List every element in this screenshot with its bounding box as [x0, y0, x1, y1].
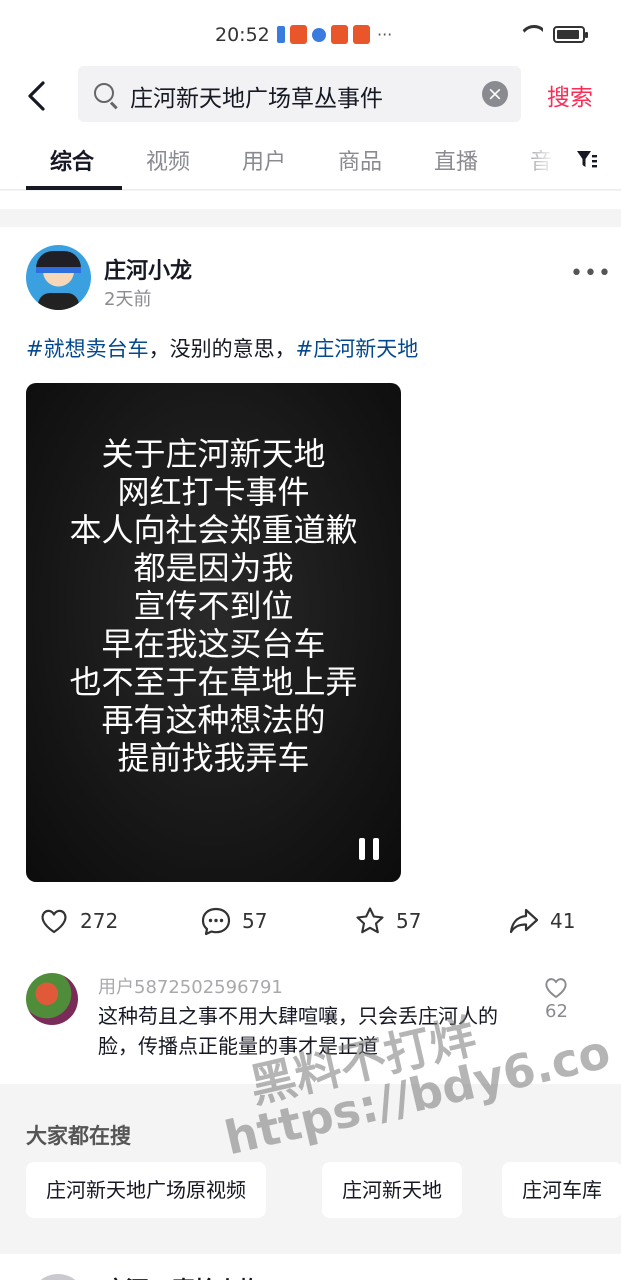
pause-icon[interactable] — [359, 838, 379, 860]
video-text: 关于庄河新天地 网红打卡事件 本人向社会郑重道歉 都是因为我 宣传不到位 早在我… — [26, 435, 401, 777]
more-notifications-icon: ··· — [377, 25, 393, 44]
share-button[interactable]: 41 — [508, 905, 575, 937]
section-gap-top — [0, 191, 621, 209]
next-author-name[interactable]: 庄河 - 壹拾火炸 — [104, 1272, 260, 1280]
video-player[interactable]: 关于庄河新天地 网红打卡事件 本人向社会郑重道歉 都是因为我 宣传不到位 早在我… — [26, 383, 401, 882]
app-notification-icon — [290, 25, 307, 44]
tab-users[interactable]: 用户 — [242, 144, 286, 176]
video-text-line: 再有这种想法的 — [101, 701, 326, 739]
caption-text: ，没别的意思， — [148, 337, 296, 361]
like-button[interactable]: 272 — [38, 905, 118, 937]
search-input[interactable]: 庄河新天地广场草丛事件 × — [78, 66, 521, 122]
active-tab-indicator — [26, 186, 122, 190]
more-options-icon[interactable]: ••• — [570, 263, 612, 285]
post-time: 2天前 — [104, 289, 152, 310]
video-text-line: 关于庄河新天地 — [101, 435, 326, 473]
share-count: 41 — [550, 909, 576, 933]
back-arrow-icon[interactable] — [26, 80, 48, 112]
status-bar: 20:52 ··· — [0, 0, 621, 66]
clear-icon[interactable]: × — [482, 81, 508, 107]
video-text-line: 都是因为我 — [133, 549, 294, 587]
related-searches: 大家都在搜 庄河新天地广场原视频 庄河新天地 庄河车库 — [0, 1084, 621, 1254]
battery-icon — [553, 25, 588, 43]
author-name[interactable]: 庄河小龙 — [104, 253, 192, 285]
hashtag-link[interactable]: #庄河新天地 — [296, 337, 419, 361]
search-query[interactable]: 庄河新天地广场草丛事件 — [130, 79, 383, 113]
avatar-body — [38, 293, 79, 310]
related-searches-title: 大家都在搜 — [26, 1124, 131, 1148]
status-notification-icons: ··· — [277, 25, 392, 44]
top-comment[interactable]: 用户5872502596791 这种苟且之事不用大肆喧嚷，只会丢庄河人的脸，传播… — [0, 967, 621, 1077]
comment-text: 这种苟且之事不用大肆喧嚷，只会丢庄河人的脸，传播点正能量的事才是正道 — [98, 1004, 498, 1058]
tab-fade — [520, 128, 570, 188]
favorite-count: 57 — [396, 909, 422, 933]
filter-icon[interactable] — [577, 151, 597, 169]
status-time: 20:52 — [215, 24, 270, 46]
star-icon — [356, 907, 384, 934]
wifi-icon — [519, 25, 543, 43]
next-result-item[interactable]: 庄河 - 壹拾火炸 — [0, 1254, 621, 1280]
video-text-line: 宣传不到位 — [133, 587, 294, 625]
video-text-line: 提前找我弄车 — [117, 739, 310, 777]
search-icon — [94, 83, 114, 103]
tab-products[interactable]: 商品 — [338, 144, 382, 176]
like-count: 272 — [80, 909, 119, 933]
heart-icon — [41, 909, 67, 934]
author-avatar[interactable] — [26, 245, 91, 310]
tab-all[interactable]: 综合 — [50, 144, 94, 176]
hashtag-link[interactable]: #就想卖台车 — [26, 337, 149, 361]
video-text-line: 也不至于在草地上弄 — [69, 663, 358, 701]
related-search-chip[interactable]: 庄河车库 — [502, 1162, 621, 1218]
comment-icon — [201, 907, 231, 936]
next-author-avatar[interactable] — [30, 1274, 86, 1280]
favorite-button[interactable]: 57 — [354, 905, 421, 937]
app-notification-icon — [353, 25, 370, 44]
app-notification-icon — [331, 25, 348, 44]
comment-count: 57 — [242, 909, 268, 933]
browser-notification-icon — [312, 27, 326, 42]
tab-live[interactable]: 直播 — [434, 144, 478, 176]
tab-videos[interactable]: 视频 — [146, 144, 190, 176]
post-card[interactable]: 庄河小龙 2天前 ••• #就想卖台车，没别的意思，#庄河新天地 关于庄河新天地… — [0, 227, 621, 1084]
comment-heart-icon[interactable] — [543, 975, 569, 999]
search-button[interactable]: 搜索 — [547, 78, 593, 112]
video-text-line: 本人向社会郑重道歉 — [69, 511, 358, 549]
commenter-avatar[interactable] — [26, 973, 78, 1025]
status-system-icons — [519, 25, 588, 43]
video-text-line: 早在我这买台车 — [101, 625, 326, 663]
comment-like-count: 62 — [545, 1001, 568, 1022]
post-actions: 272 57 57 41 — [0, 905, 621, 945]
search-result-tabs: 综合 视频 用户 商品 直播 音 — [0, 128, 621, 190]
video-text-line: 网红打卡事件 — [117, 473, 310, 511]
commenter-name[interactable]: 用户5872502596791 — [98, 973, 283, 999]
related-search-chip[interactable]: 庄河新天地 — [322, 1162, 462, 1218]
comment-button[interactable]: 57 — [200, 905, 267, 937]
share-icon — [509, 908, 539, 934]
avatar-headband — [36, 267, 81, 273]
related-search-chip[interactable]: 庄河新天地广场原视频 — [26, 1162, 266, 1218]
battery-saver-icon — [277, 26, 285, 43]
search-header: 庄河新天地广场草丛事件 × 搜索 — [0, 66, 621, 128]
post-caption: #就想卖台车，没别的意思，#庄河新天地 — [26, 333, 418, 363]
